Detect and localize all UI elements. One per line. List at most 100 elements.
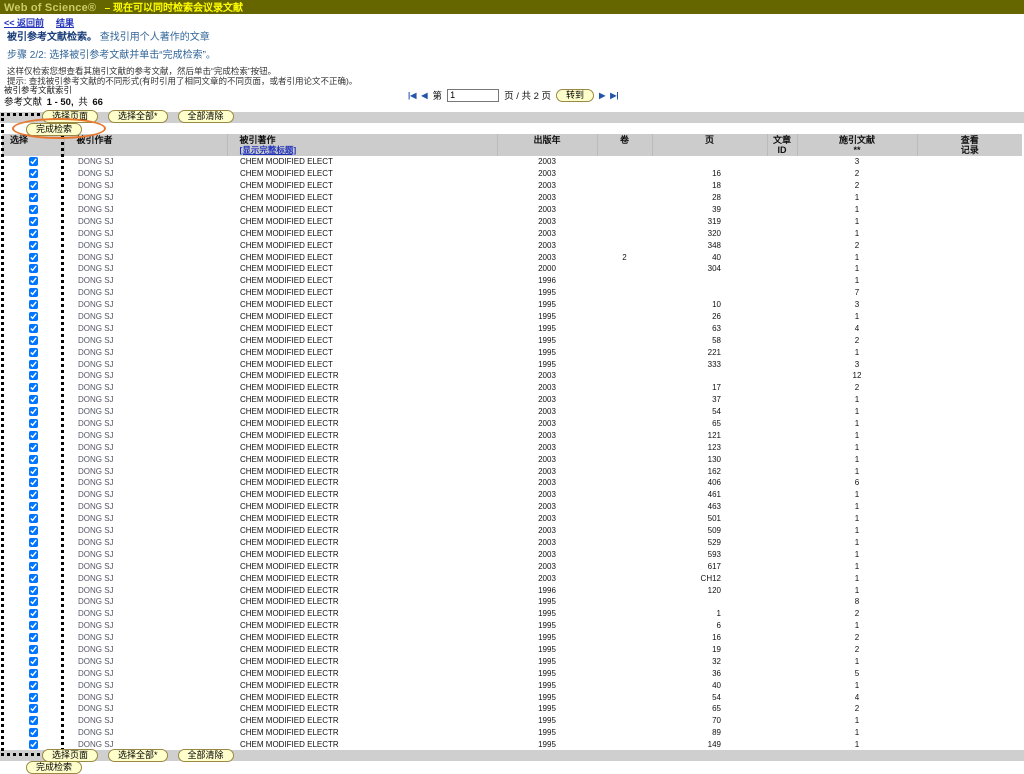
cited-work-cell: CHEM MODIFIED ELECT bbox=[227, 239, 497, 251]
back-link[interactable]: << 返回前 bbox=[4, 18, 44, 28]
prev-page-icon[interactable]: ◀ bbox=[421, 91, 427, 100]
row-checkbox[interactable] bbox=[29, 657, 38, 666]
cited-author-cell: DONG SJ bbox=[64, 358, 227, 370]
row-checkbox[interactable] bbox=[29, 371, 38, 380]
citing-count-cell: 1 bbox=[797, 513, 917, 525]
row-checkbox[interactable] bbox=[29, 276, 38, 285]
reference-count-label: 参考文献 bbox=[4, 97, 42, 108]
citing-count-cell: 3 bbox=[797, 358, 917, 370]
row-checkbox[interactable] bbox=[29, 241, 38, 250]
page-number-input[interactable] bbox=[447, 89, 499, 102]
clear-all-button-bottom[interactable]: 全部清除 bbox=[178, 749, 234, 762]
row-checkbox[interactable] bbox=[29, 348, 38, 357]
next-page-icon[interactable]: ▶ bbox=[599, 91, 605, 100]
row-checkbox[interactable] bbox=[29, 502, 38, 511]
row-checkbox[interactable] bbox=[29, 253, 38, 262]
row-checkbox[interactable] bbox=[29, 443, 38, 452]
row-select-cell bbox=[2, 596, 64, 608]
go-button[interactable]: 转到 bbox=[556, 89, 594, 102]
row-checkbox[interactable] bbox=[29, 467, 38, 476]
view-record-cell bbox=[917, 156, 1022, 168]
table-row: DONG SJCHEM MODIFIED ELECT1995634 bbox=[2, 322, 1022, 334]
row-checkbox[interactable] bbox=[29, 526, 38, 535]
row-checkbox[interactable] bbox=[29, 728, 38, 737]
row-checkbox[interactable] bbox=[29, 514, 38, 523]
row-checkbox[interactable] bbox=[29, 669, 38, 678]
select-page-button[interactable]: 选择页面 bbox=[42, 110, 98, 123]
article-id-cell bbox=[767, 679, 797, 691]
row-checkbox[interactable] bbox=[29, 538, 38, 547]
pub-year-cell: 1995 bbox=[497, 299, 597, 311]
row-checkbox[interactable] bbox=[29, 562, 38, 571]
page-cell: 319 bbox=[652, 215, 767, 227]
citing-count-cell: 2 bbox=[797, 239, 917, 251]
row-checkbox[interactable] bbox=[29, 574, 38, 583]
citing-count-cell: 3 bbox=[797, 299, 917, 311]
row-checkbox[interactable] bbox=[29, 324, 38, 333]
last-page-icon[interactable]: ▶| bbox=[610, 91, 618, 100]
row-checkbox[interactable] bbox=[29, 419, 38, 428]
row-checkbox[interactable] bbox=[29, 407, 38, 416]
page-cell: 16 bbox=[652, 168, 767, 180]
row-checkbox[interactable] bbox=[29, 681, 38, 690]
row-checkbox[interactable] bbox=[29, 395, 38, 404]
finish-search-button-top[interactable]: 完成检索 bbox=[26, 123, 82, 136]
select-all-button-bottom[interactable]: 选择全部* bbox=[108, 749, 168, 762]
results-link[interactable]: 结果 bbox=[56, 18, 74, 28]
row-checkbox[interactable] bbox=[29, 169, 38, 178]
row-checkbox[interactable] bbox=[29, 312, 38, 321]
row-checkbox[interactable] bbox=[29, 455, 38, 464]
select-all-button[interactable]: 选择全部* bbox=[108, 110, 168, 123]
row-checkbox[interactable] bbox=[29, 490, 38, 499]
row-checkbox[interactable] bbox=[29, 157, 38, 166]
row-checkbox[interactable] bbox=[29, 716, 38, 725]
selection-toolbar-top: 选择页面 选择全部* 全部清除 bbox=[42, 110, 234, 123]
row-checkbox[interactable] bbox=[29, 478, 38, 487]
row-checkbox[interactable] bbox=[29, 645, 38, 654]
row-checkbox[interactable] bbox=[29, 181, 38, 190]
row-checkbox[interactable] bbox=[29, 193, 38, 202]
row-checkbox[interactable] bbox=[29, 609, 38, 618]
cited-work-cell: CHEM MODIFIED ELECTR bbox=[227, 501, 497, 513]
row-checkbox[interactable] bbox=[29, 621, 38, 630]
pub-year-cell: 2003 bbox=[497, 477, 597, 489]
col-header-citing: 施引文献** bbox=[797, 134, 917, 156]
article-id-cell bbox=[767, 334, 797, 346]
pub-year-cell: 1995 bbox=[497, 608, 597, 620]
pub-year-cell: 2003 bbox=[497, 429, 597, 441]
row-checkbox[interactable] bbox=[29, 217, 38, 226]
row-checkbox[interactable] bbox=[29, 586, 38, 595]
row-checkbox[interactable] bbox=[29, 360, 38, 369]
row-checkbox[interactable] bbox=[29, 205, 38, 214]
row-checkbox[interactable] bbox=[29, 633, 38, 642]
row-checkbox[interactable] bbox=[29, 740, 38, 749]
clear-all-button[interactable]: 全部清除 bbox=[178, 110, 234, 123]
article-id-cell bbox=[767, 406, 797, 418]
row-checkbox[interactable] bbox=[29, 264, 38, 273]
page-cell: 130 bbox=[652, 453, 767, 465]
row-checkbox[interactable] bbox=[29, 383, 38, 392]
row-checkbox[interactable] bbox=[29, 693, 38, 702]
row-checkbox[interactable] bbox=[29, 704, 38, 713]
row-checkbox[interactable] bbox=[29, 229, 38, 238]
row-checkbox[interactable] bbox=[29, 597, 38, 606]
row-checkbox[interactable] bbox=[29, 336, 38, 345]
citing-count-cell: 1 bbox=[797, 560, 917, 572]
reference-range: 1 - 50, bbox=[47, 97, 74, 108]
show-full-title-link[interactable]: [显示完整标题] bbox=[240, 145, 297, 155]
table-row: DONG SJCHEM MODIFIED ELECTR1995365 bbox=[2, 667, 1022, 679]
row-checkbox[interactable] bbox=[29, 431, 38, 440]
first-page-icon[interactable]: |◀ bbox=[408, 91, 416, 100]
pub-year-cell: 2003 bbox=[497, 572, 597, 584]
citing-count-cell: 1 bbox=[797, 346, 917, 358]
article-id-cell bbox=[767, 311, 797, 323]
row-checkbox[interactable] bbox=[29, 300, 38, 309]
page-cell: 509 bbox=[652, 525, 767, 537]
citing-count-cell: 1 bbox=[797, 715, 917, 727]
page-cell: 120 bbox=[652, 584, 767, 596]
row-checkbox[interactable] bbox=[29, 550, 38, 559]
cited-work-cell: CHEM MODIFIED ELECTR bbox=[227, 584, 497, 596]
page-cell: 463 bbox=[652, 501, 767, 513]
cited-work-cell: CHEM MODIFIED ELECT bbox=[227, 251, 497, 263]
row-checkbox[interactable] bbox=[29, 288, 38, 297]
